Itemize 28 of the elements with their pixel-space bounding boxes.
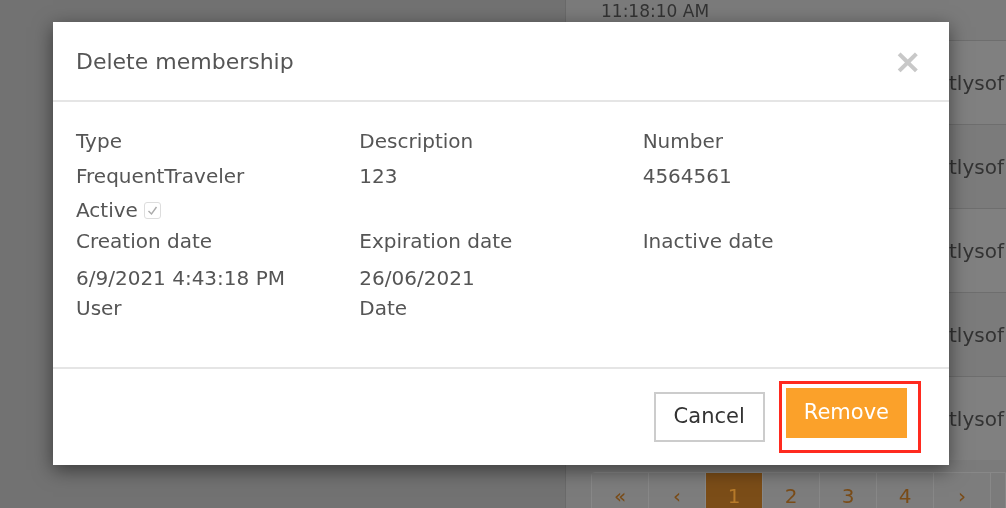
close-button[interactable]: ×	[889, 44, 926, 78]
field-label: Creation date	[76, 229, 213, 253]
field-label: Number	[642, 129, 723, 153]
row-text: tlysof	[949, 321, 1004, 349]
page-button[interactable]: 1	[706, 473, 763, 508]
field-value: 4564561	[642, 164, 732, 188]
field-value: FrequentTraveler	[76, 164, 245, 188]
field-label: Expiration date	[359, 229, 513, 253]
field-value: 123	[359, 164, 398, 188]
active-label: Active	[76, 197, 138, 224]
checkmark-icon	[146, 204, 158, 216]
field-label: Type	[76, 129, 122, 153]
row-text: tlysof	[949, 153, 1004, 181]
field-label: Description	[359, 129, 474, 153]
field-label: Date	[359, 296, 408, 320]
page-button[interactable]: «	[592, 473, 649, 508]
field-value: 6/9/2021 4:43:18 PM	[76, 266, 285, 290]
row-text: tlysof	[949, 237, 1004, 265]
timestamp: 11:18:10 AM	[600, 0, 710, 23]
field-label: User	[76, 296, 122, 320]
row-text: tlysof	[949, 69, 1004, 97]
dialog-title: Delete membership	[76, 47, 294, 76]
cancel-button[interactable]: Cancel	[653, 392, 765, 442]
remove-button[interactable]: Remove	[785, 388, 907, 438]
active-checkbox[interactable]	[143, 201, 161, 219]
field-label: Inactive date	[642, 229, 774, 253]
row-text: tlysof	[949, 405, 1004, 433]
field-value: 26/06/2021	[359, 266, 475, 290]
